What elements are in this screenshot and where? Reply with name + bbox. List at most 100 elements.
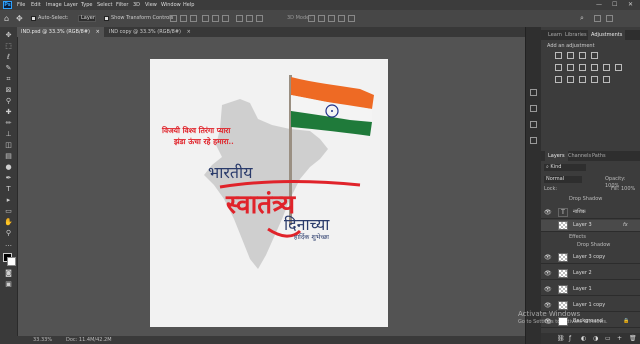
- search-icon[interactable]: ⌕: [580, 10, 584, 27]
- gradient-map-icon[interactable]: [591, 76, 598, 83]
- black-white-icon[interactable]: [591, 64, 598, 71]
- paragraph-icon[interactable]: [530, 137, 537, 144]
- path-select-tool-icon[interactable]: ▸: [4, 196, 13, 205]
- hand-tool-icon[interactable]: ✋: [4, 218, 13, 227]
- type-tool-icon[interactable]: T: [4, 185, 13, 194]
- clone-stamp-tool-icon[interactable]: ⊥: [4, 130, 13, 139]
- auto-select-dropdown[interactable]: Layer: [78, 15, 96, 22]
- threshold-icon[interactable]: [579, 76, 586, 83]
- menu-help[interactable]: Help: [183, 0, 194, 10]
- tab-ind-psd[interactable]: IND.psd @ 33.3% (RGB/8#) ×: [17, 27, 104, 37]
- fill-field[interactable]: Fill: 100%: [611, 186, 635, 193]
- pen-tool-icon[interactable]: ✒: [4, 174, 13, 183]
- hue-saturation-icon[interactable]: [567, 64, 574, 71]
- effects-label[interactable]: Effects: [569, 233, 586, 241]
- layer-row[interactable]: 👁 Layer 1: [541, 284, 640, 296]
- group-icon[interactable]: ▭: [605, 335, 611, 342]
- tab-paths[interactable]: Paths: [589, 151, 609, 161]
- menu-image[interactable]: Image: [46, 0, 62, 10]
- menu-3d[interactable]: 3D: [133, 0, 140, 10]
- layer-row[interactable]: 👁 T नाशिक: [541, 207, 640, 219]
- zoom-level[interactable]: 33.33%: [33, 336, 52, 344]
- menu-window[interactable]: Window: [161, 0, 181, 10]
- brightness-icon[interactable]: [555, 52, 562, 59]
- fx-add-icon[interactable]: ƒ: [569, 335, 571, 342]
- eye-icon[interactable]: 👁: [544, 268, 552, 279]
- eye-icon[interactable]: 👁: [544, 252, 552, 263]
- auto-select-checkbox[interactable]: [31, 16, 36, 21]
- blend-mode-select[interactable]: Normal: [544, 176, 582, 183]
- shape-tool-icon[interactable]: ▭: [4, 207, 13, 216]
- mask-icon[interactable]: ◐: [581, 335, 586, 342]
- align-bottom-icon[interactable]: [222, 15, 229, 22]
- 3d-slide-icon[interactable]: [338, 15, 345, 22]
- close-icon[interactable]: ×: [187, 29, 191, 35]
- crop-tool-icon[interactable]: ⌗: [4, 75, 13, 84]
- align-right-icon[interactable]: [190, 15, 197, 22]
- document-canvas[interactable]: विजयी विश्व तिरंगा प्यारा झंडा ऊंचा रहे …: [150, 59, 388, 327]
- distribute-icon[interactable]: [236, 15, 243, 22]
- move-tool-icon[interactable]: ✥: [16, 10, 23, 27]
- close-icon[interactable]: ×: [96, 29, 100, 35]
- tab-libraries[interactable]: Libraries: [562, 30, 590, 40]
- eye-icon[interactable]: 👁: [544, 207, 552, 218]
- quick-mask-icon[interactable]: ◙: [4, 269, 13, 278]
- drop-shadow-effect[interactable]: Drop Shadow: [569, 195, 602, 203]
- layer-row[interactable]: 👁 Layer 2: [541, 268, 640, 280]
- align-middle-icon[interactable]: [212, 15, 219, 22]
- quick-select-tool-icon[interactable]: ✎: [4, 64, 13, 73]
- brush-tool-icon[interactable]: ✏: [4, 119, 13, 128]
- trash-icon[interactable]: 🗑: [629, 335, 637, 342]
- more-tools-icon[interactable]: …: [4, 240, 13, 249]
- exposure-icon[interactable]: [591, 52, 598, 59]
- menu-layer[interactable]: Layer: [64, 0, 78, 10]
- tab-ind-copy[interactable]: IND copy @ 33.3% (RGB/8#) ×: [105, 27, 195, 37]
- fx-icon[interactable]: fx: [623, 220, 628, 231]
- invert-icon[interactable]: [555, 76, 562, 83]
- menu-select[interactable]: Select: [97, 0, 112, 10]
- posterize-icon[interactable]: [567, 76, 574, 83]
- photo-filter-icon[interactable]: [603, 64, 610, 71]
- adjustment-layer-icon[interactable]: ◑: [593, 335, 598, 342]
- gradient-tool-icon[interactable]: ▤: [4, 152, 13, 161]
- blur-tool-icon[interactable]: ●: [4, 163, 13, 172]
- menu-file[interactable]: File: [17, 0, 25, 10]
- link-icon[interactable]: ⛓: [557, 335, 565, 342]
- eye-icon[interactable]: 👁: [544, 284, 552, 295]
- eraser-tool-icon[interactable]: ◫: [4, 141, 13, 150]
- history-icon[interactable]: [530, 89, 537, 96]
- close-window-button[interactable]: ✕: [628, 0, 633, 10]
- more-options-icon[interactable]: [256, 15, 263, 22]
- screen-mode-icon[interactable]: ▣: [4, 280, 13, 289]
- menu-view[interactable]: View: [145, 0, 157, 10]
- minimize-button[interactable]: —: [596, 0, 602, 10]
- levels-icon[interactable]: [567, 52, 574, 59]
- 3d-roll-icon[interactable]: [318, 15, 325, 22]
- menu-filter[interactable]: Filter: [116, 0, 128, 10]
- selective-color-icon[interactable]: [603, 76, 610, 83]
- distribute-horizontal-icon[interactable]: [246, 15, 253, 22]
- vibrance-icon[interactable]: [555, 64, 562, 71]
- menu-type[interactable]: Type: [81, 0, 92, 10]
- drop-shadow-effect[interactable]: Drop Shadow: [577, 241, 610, 249]
- eyedropper-tool-icon[interactable]: ⚲: [4, 97, 13, 106]
- workspace-icon[interactable]: [594, 15, 601, 22]
- frame-tool-icon[interactable]: ⊠: [4, 86, 13, 95]
- color-balance-icon[interactable]: [579, 64, 586, 71]
- 3d-rotate-icon[interactable]: [308, 15, 315, 22]
- zoom-tool-icon[interactable]: ⚲: [4, 229, 13, 238]
- maximize-button[interactable]: ☐: [612, 0, 617, 10]
- share-icon[interactable]: [606, 15, 613, 22]
- healing-brush-tool-icon[interactable]: ✚: [4, 108, 13, 117]
- home-icon[interactable]: ⌂: [4, 10, 9, 27]
- move-tool-icon[interactable]: ✥: [4, 31, 13, 40]
- 3d-scale-icon[interactable]: [348, 15, 355, 22]
- curves-icon[interactable]: [579, 52, 586, 59]
- menu-edit[interactable]: Edit: [31, 0, 41, 10]
- align-left-icon[interactable]: [170, 15, 177, 22]
- layer-filter-kind[interactable]: ⌕ Kind: [544, 164, 586, 171]
- background-color-swatch[interactable]: [7, 257, 16, 266]
- character-icon[interactable]: [530, 121, 537, 128]
- 3d-pan-icon[interactable]: [328, 15, 335, 22]
- align-top-icon[interactable]: [202, 15, 209, 22]
